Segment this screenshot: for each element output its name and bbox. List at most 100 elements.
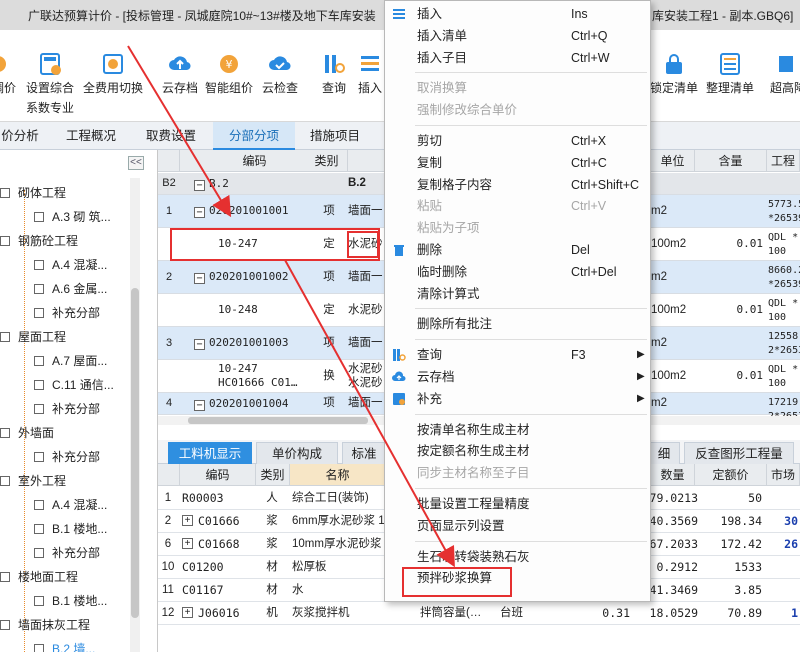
menu-item[interactable]: 按定额名称生成主材	[385, 440, 650, 462]
collapse-panel-button[interactable]: <<	[128, 156, 144, 170]
code-cell[interactable]: −020201001001	[194, 195, 304, 227]
quantity-cell[interactable]: QDL * 100	[768, 363, 800, 391]
menu-item[interactable]: 临时删除 Ctrl+Del	[385, 261, 650, 283]
tree-leaf-item[interactable]: C.11 通信...	[34, 376, 114, 393]
organize-list-button[interactable]: 整理清单	[706, 52, 754, 96]
tree-leaf-item[interactable]: B.2 墙...	[34, 640, 95, 652]
super-high-button[interactable]: 超高降	[770, 52, 800, 96]
tree-leaf-item[interactable]: A.6 金属...	[34, 280, 107, 297]
tree-leaf-item[interactable]: 补充分部	[34, 544, 100, 561]
menu-item[interactable]: 生石灰转袋装熟石灰	[385, 546, 650, 568]
adjust-price-button[interactable]: 调价	[0, 52, 16, 96]
code-cell[interactable]: −020201001002	[194, 261, 304, 293]
name-cell[interactable]: 墙面一	[348, 393, 386, 414]
menu-item[interactable]: 补充 ▶	[385, 388, 650, 410]
quantity-cell[interactable]: QDL * 100	[768, 297, 800, 325]
tab-sub-items[interactable]: 分部分项	[213, 122, 295, 150]
tab-measures[interactable]: 措施项目	[300, 122, 370, 150]
tree-group-item[interactable]: 楼地面工程	[0, 568, 78, 585]
tree-group-item[interactable]: 钢筋砼工程	[0, 232, 78, 249]
menu-item[interactable]: 批量设置工程量精度	[385, 493, 650, 515]
quantity-cell[interactable]: QDL * 100	[768, 231, 800, 259]
tab-unit-price-composition[interactable]: 单价构成	[256, 442, 338, 464]
menu-item[interactable]: 剪切 Ctrl+X	[385, 130, 650, 152]
tree-leaf-item[interactable]: 补充分部	[34, 400, 100, 417]
code-cell[interactable]: 10-248	[218, 294, 328, 326]
insert-button[interactable]: 插入	[358, 52, 382, 96]
smart-pricing-button[interactable]: ¥ 智能组价	[205, 52, 253, 96]
code-cell[interactable]: −020201001003	[194, 327, 304, 359]
collapse-toggle-icon[interactable]: −	[194, 273, 205, 284]
col-type-header[interactable]: 类别	[306, 150, 348, 172]
name-cell[interactable]: 墙面一	[348, 261, 386, 293]
name-cell[interactable]: B.2	[348, 173, 386, 194]
quantity-cell[interactable]: 5773.5*26539	[768, 198, 800, 226]
tree-leaf-item[interactable]: 补充分部	[34, 448, 100, 465]
name-cell[interactable]: 墙面一	[348, 195, 386, 227]
quantity-cell[interactable]	[768, 176, 800, 190]
tree-scrollbar-thumb[interactable]	[131, 288, 139, 618]
col-quantity-header[interactable]: 工程量	[767, 150, 800, 190]
tree-group-item[interactable]: 外墙面	[0, 424, 54, 441]
collapse-toggle-icon[interactable]: −	[194, 180, 205, 191]
tab-fee-settings[interactable]: 取费设置	[138, 122, 204, 150]
menu-item[interactable]: 删除 Del	[385, 239, 650, 261]
menu-item[interactable]: 插入清单 Ctrl+Q	[385, 25, 650, 47]
name-cell[interactable]: 水泥砂 水泥砂	[348, 362, 386, 390]
menu-item[interactable]: 插入子目 Ctrl+W	[385, 47, 650, 69]
quantity-cell[interactable]: 12558.2*2653	[768, 330, 800, 358]
tab-detail[interactable]: 细	[648, 442, 680, 464]
collapse-toggle-icon[interactable]: −	[194, 400, 205, 411]
code-cell[interactable]: −020201001004	[194, 393, 304, 414]
menu-item[interactable]: 清除计算式	[385, 283, 650, 305]
cloud-archive-button[interactable]: 云存档	[162, 52, 198, 96]
tree-leaf-item[interactable]: B.1 楼地...	[34, 592, 107, 609]
col-low-qty-header[interactable]: 数量	[651, 464, 695, 486]
menu-item[interactable]: 查询 F3 ▶	[385, 344, 650, 366]
menu-item[interactable]: 插入 Ins	[385, 3, 650, 25]
tree-leaf-item[interactable]: B.1 楼地...	[34, 520, 107, 537]
menu-item[interactable]: 复制格子内容 Ctrl+Shift+C	[385, 174, 650, 196]
menu-item[interactable]: 删除所有批注	[385, 313, 650, 335]
collapse-toggle-icon[interactable]: −	[194, 207, 205, 218]
tree-group-item[interactable]: 墙面抹灰工程	[0, 616, 90, 633]
tree-leaf-item[interactable]: 补充分部	[34, 304, 100, 321]
col-low-price-header[interactable]: 定额价	[695, 464, 767, 486]
menu-item[interactable]: 复制 Ctrl+C	[385, 152, 650, 174]
set-coefficient-button[interactable]: 设置综合 系数专业	[26, 52, 74, 116]
tree-group-item[interactable]: 屋面工程	[0, 328, 66, 345]
tab-reverse-lookup[interactable]: 反查图形工程量	[684, 442, 794, 464]
col-unit-header[interactable]: 单位	[651, 150, 695, 172]
expand-toggle-icon[interactable]: +	[182, 538, 193, 549]
tab-project-overview[interactable]: 工程概况	[56, 122, 126, 150]
lock-list-button[interactable]: 锁定清单	[650, 52, 698, 96]
col-content-header[interactable]: 含量	[695, 150, 767, 172]
tab-labor-material-machine[interactable]: 工料机显示	[168, 442, 252, 464]
expand-toggle-icon[interactable]: +	[182, 607, 193, 618]
tree-leaf-item[interactable]: A.7 屋面...	[34, 352, 107, 369]
menu-item[interactable]: 云存档 ▶	[385, 366, 650, 388]
query-button[interactable]: 查询	[322, 52, 346, 96]
name-cell[interactable]: 墙面一	[348, 327, 386, 359]
col-name-header[interactable]	[348, 150, 388, 172]
tab-standard[interactable]: 标准	[342, 442, 386, 464]
col-low-market-header[interactable]: 市场	[767, 464, 800, 486]
tree-scrollbar[interactable]	[130, 178, 140, 652]
col-low-name-header[interactable]: 名称	[290, 464, 386, 486]
col-low-type-header[interactable]: 类别	[256, 464, 290, 486]
code-cell[interactable]: 10-247 HC01666 C01…	[218, 362, 328, 390]
material-row[interactable]: 12 + J06016 机 灰浆搅拌机 拌筒容量(… 台班 0.31 18.0529 70.89 1	[158, 602, 800, 625]
col-low-code-header[interactable]: 编码	[180, 464, 256, 486]
menu-item[interactable]: 按清单名称生成主材	[385, 419, 650, 441]
menu-item[interactable]: 页面显示列设置	[385, 515, 650, 537]
tree-leaf-item[interactable]: A.4 混凝...	[34, 496, 107, 513]
tree-leaf-item[interactable]: A.4 混凝...	[34, 256, 107, 273]
cloud-check-button[interactable]: 云检查	[262, 52, 298, 96]
quantity-cell[interactable]: 8660.2*26539	[768, 264, 800, 292]
code-cell[interactable]: − B.2	[194, 173, 304, 194]
collapse-toggle-icon[interactable]: −	[194, 339, 205, 350]
tab-price-analysis[interactable]: 价分析	[0, 122, 40, 150]
full-cost-switch-button[interactable]: 全费用切换	[83, 52, 143, 96]
tree-group-item[interactable]: 砌体工程	[0, 184, 66, 201]
name-cell[interactable]: 水泥砂	[348, 294, 386, 326]
